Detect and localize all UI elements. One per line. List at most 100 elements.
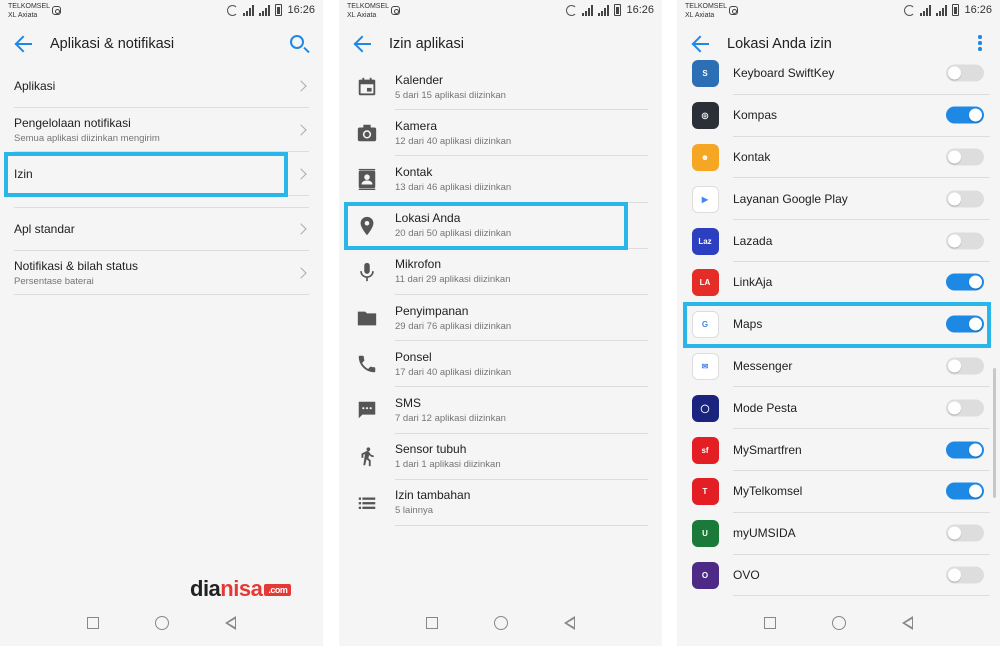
app-permission-row[interactable]: Laz Lazada <box>677 220 1000 262</box>
instagram-icon <box>391 6 400 15</box>
folder-icon <box>357 311 377 326</box>
permission-subtitle: 5 dari 15 aplikasi diizinkan <box>395 89 506 101</box>
instagram-icon <box>729 6 738 15</box>
app-permission-row[interactable]: ◎ Kompas <box>677 95 1000 137</box>
signal-icon <box>920 4 932 16</box>
app-permission-row[interactable]: sf MySmartfren <box>677 429 1000 471</box>
permission-toggle[interactable] <box>946 482 984 500</box>
permission-item-body-sensor[interactable]: Sensor tubuh 1 dari 1 aplikasi diizinkan <box>339 434 662 480</box>
signal-icon <box>598 4 610 16</box>
permission-subtitle: 7 dari 12 aplikasi diizinkan <box>395 412 506 424</box>
scrollbar[interactable] <box>993 368 996 498</box>
app-name: Lazada <box>733 233 773 248</box>
permission-item-microphone[interactable]: Mikrofon 11 dari 29 aplikasi diizinkan <box>339 249 662 295</box>
home-icon[interactable] <box>155 616 169 630</box>
app-icon: ▶ <box>691 185 719 213</box>
permission-item-storage[interactable]: Penyimpanan 29 dari 76 aplikasi diizinkan <box>339 295 662 342</box>
app-name: Kompas <box>733 108 778 123</box>
app-name: MyTelkomsel <box>733 484 803 499</box>
signal-icon <box>259 4 271 16</box>
list-icon <box>358 497 376 509</box>
app-permission-row[interactable]: UmyUMSIDA <box>677 513 1000 555</box>
settings-item-default-apps[interactable]: Apl standar <box>14 207 309 251</box>
settings-item-notification-management[interactable]: Pengelolaan notifikasi Semua aplikasi di… <box>14 108 309 152</box>
home-icon[interactable] <box>494 616 508 630</box>
permission-title: SMS <box>395 395 422 410</box>
permission-title: Izin tambahan <box>395 488 471 503</box>
camera-icon <box>357 125 377 142</box>
watermark-logo: dianisa .com <box>190 576 292 602</box>
recents-icon[interactable] <box>426 617 438 629</box>
item-title: Aplikasi <box>14 78 56 93</box>
permission-toggle[interactable] <box>946 566 984 584</box>
sms-icon <box>358 402 376 419</box>
app-permission-row[interactable]: ◯ Mode Pesta <box>677 387 1000 430</box>
app-permission-row[interactable]: ☻ Kontak <box>677 137 1000 179</box>
permission-title: Penyimpanan <box>395 303 469 318</box>
permission-item-contacts[interactable]: Kontak 13 dari 46 aplikasi diizinkan <box>339 156 662 203</box>
settings-item-aplikasi[interactable]: Aplikasi <box>14 64 309 108</box>
permission-list: Kalender 5 dari 15 aplikasi diizinkan Kam… <box>339 64 662 526</box>
app-icon: ✉ <box>691 352 719 380</box>
app-icon: Laz <box>691 227 719 255</box>
app-name: Kontak <box>733 149 771 164</box>
app-permission-row[interactable]: LA LinkAja <box>677 262 1000 304</box>
back-arrow-icon[interactable] <box>691 34 711 54</box>
back-icon[interactable] <box>564 616 575 630</box>
page-title: Aplikasi & notifikasi <box>50 36 175 52</box>
search-icon <box>290 35 304 49</box>
app-icon: ◯ <box>691 394 719 422</box>
permission-toggle[interactable] <box>946 273 984 291</box>
settings-item-notification-status-bar[interactable]: Notifikasi & bilah status Persentase bat… <box>14 251 309 295</box>
app-bar: Aplikasi & notifikasi <box>0 24 323 64</box>
recents-icon[interactable] <box>87 617 99 629</box>
permission-toggle[interactable] <box>946 106 984 124</box>
app-icon: ☻ <box>691 143 719 171</box>
app-permission-row[interactable]: ✉ Messenger <box>677 346 1000 388</box>
permission-title: Kalender <box>395 72 444 87</box>
home-icon[interactable] <box>832 616 846 630</box>
permission-toggle[interactable] <box>946 232 984 250</box>
item-title: Notifikasi & bilah status <box>14 258 139 273</box>
app-bar: Izin aplikasi <box>339 24 662 64</box>
permission-toggle[interactable] <box>946 524 984 542</box>
signal-icon <box>243 4 255 16</box>
permission-toggle[interactable] <box>946 441 984 459</box>
back-icon[interactable] <box>225 616 236 630</box>
battery-icon <box>275 4 283 16</box>
clock: 16:26 <box>287 4 315 16</box>
panel-app-notifications: TELKOMSEL XL Axiata 16:26 Aplikasi & not… <box>0 0 323 646</box>
permission-toggle[interactable] <box>946 399 984 417</box>
permission-subtitle: 5 lainnya <box>395 505 434 517</box>
clock: 16:26 <box>964 4 992 16</box>
permission-toggle[interactable] <box>946 64 984 82</box>
permission-item-sms[interactable]: SMS 7 dari 12 aplikasi diizinkan <box>339 387 662 434</box>
carrier-info: TELKOMSEL XL Axiata <box>347 2 389 20</box>
search-button[interactable] <box>289 34 309 54</box>
permission-title: Kamera <box>395 118 438 133</box>
carrier-info: TELKOMSEL XL Axiata <box>685 2 727 20</box>
back-arrow-icon[interactable] <box>353 34 373 54</box>
back-arrow-icon[interactable] <box>14 34 34 54</box>
status-bar: TELKOMSEL XL Axiata 16:26 <box>677 0 1000 24</box>
permission-item-camera[interactable]: Kamera 12 dari 40 aplikasi diizinkan <box>339 110 662 157</box>
app-permission-row[interactable]: ▶ Layanan Google Play <box>677 178 1000 221</box>
permission-toggle[interactable] <box>946 357 984 375</box>
permission-item-calendar[interactable]: Kalender 5 dari 15 aplikasi diizinkan <box>339 64 662 111</box>
app-permission-row[interactable]: S Keyboard SwiftKey <box>677 53 1000 95</box>
permission-toggle[interactable] <box>946 190 984 208</box>
app-permission-row[interactable]: O OVO <box>677 555 1000 597</box>
permission-toggle[interactable] <box>946 148 984 166</box>
app-permission-row[interactable]: T MyTelkomsel <box>677 471 1000 513</box>
nfc-icon <box>566 4 578 16</box>
app-icon: T <box>691 478 719 506</box>
more-options-icon[interactable] <box>978 35 982 53</box>
carrier-secondary: XL Axiata <box>685 12 715 19</box>
permission-item-additional[interactable]: Izin tambahan 5 lainnya <box>339 480 662 526</box>
app-name: Messenger <box>733 358 793 373</box>
app-name: LinkAja <box>733 275 773 290</box>
back-icon[interactable] <box>902 616 913 630</box>
permission-title: Sensor tubuh <box>395 442 467 457</box>
recents-icon[interactable] <box>764 617 776 629</box>
permission-item-phone[interactable]: Ponsel 17 dari 40 aplikasi diizinkan <box>339 341 662 388</box>
